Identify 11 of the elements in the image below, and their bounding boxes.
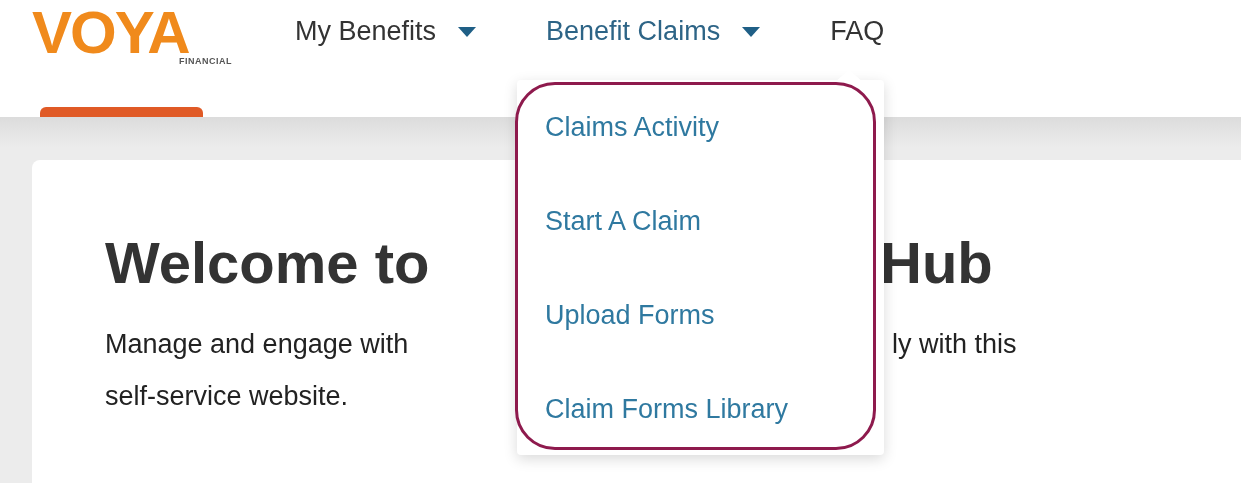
logo-subtitle: FINANCIAL (179, 56, 232, 66)
intro-text: ly with this (892, 328, 1017, 361)
welcome-heading: Welcome to (105, 229, 431, 297)
intro-text: Manage and engage with (105, 328, 410, 361)
menu-item[interactable]: Claim Forms Library (545, 388, 884, 430)
menu-item[interactable]: Claims Activity (545, 106, 884, 148)
nav-link[interactable]: FAQ (830, 16, 885, 47)
intro-text: self-service website. (105, 381, 349, 411)
menu-item[interactable]: Upload Forms (545, 294, 884, 336)
nav-link[interactable]: My Benefits (295, 16, 477, 47)
nav-link[interactable]: Benefit Claims (546, 16, 761, 47)
